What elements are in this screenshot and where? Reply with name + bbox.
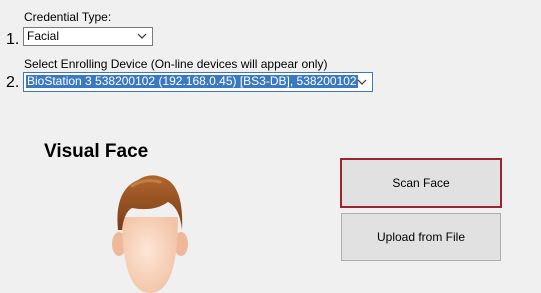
visual-face-heading: Visual Face xyxy=(44,141,149,162)
face-avatar-icon xyxy=(112,175,188,293)
enrolling-device-select[interactable]: BioStation 3 538200102 (192.168.0.45) [B… xyxy=(23,72,373,92)
scan-face-button[interactable]: Scan Face xyxy=(340,158,502,208)
upload-from-file-button[interactable]: Upload from File xyxy=(341,213,501,261)
credential-type-label: Credential Type: xyxy=(24,10,112,24)
chevron-down-icon xyxy=(357,79,367,85)
enrolling-device-value: BioStation 3 538200102 (192.168.0.45) [B… xyxy=(26,74,358,88)
enrolling-device-label: Select Enrolling Device (On-line devices… xyxy=(24,57,328,71)
step-2-number: 2. xyxy=(6,74,20,91)
credential-type-value: Facial xyxy=(27,29,60,43)
chevron-down-icon xyxy=(137,33,147,39)
credential-type-select[interactable]: Facial xyxy=(23,27,153,46)
step-1-number: 1. xyxy=(6,31,20,48)
